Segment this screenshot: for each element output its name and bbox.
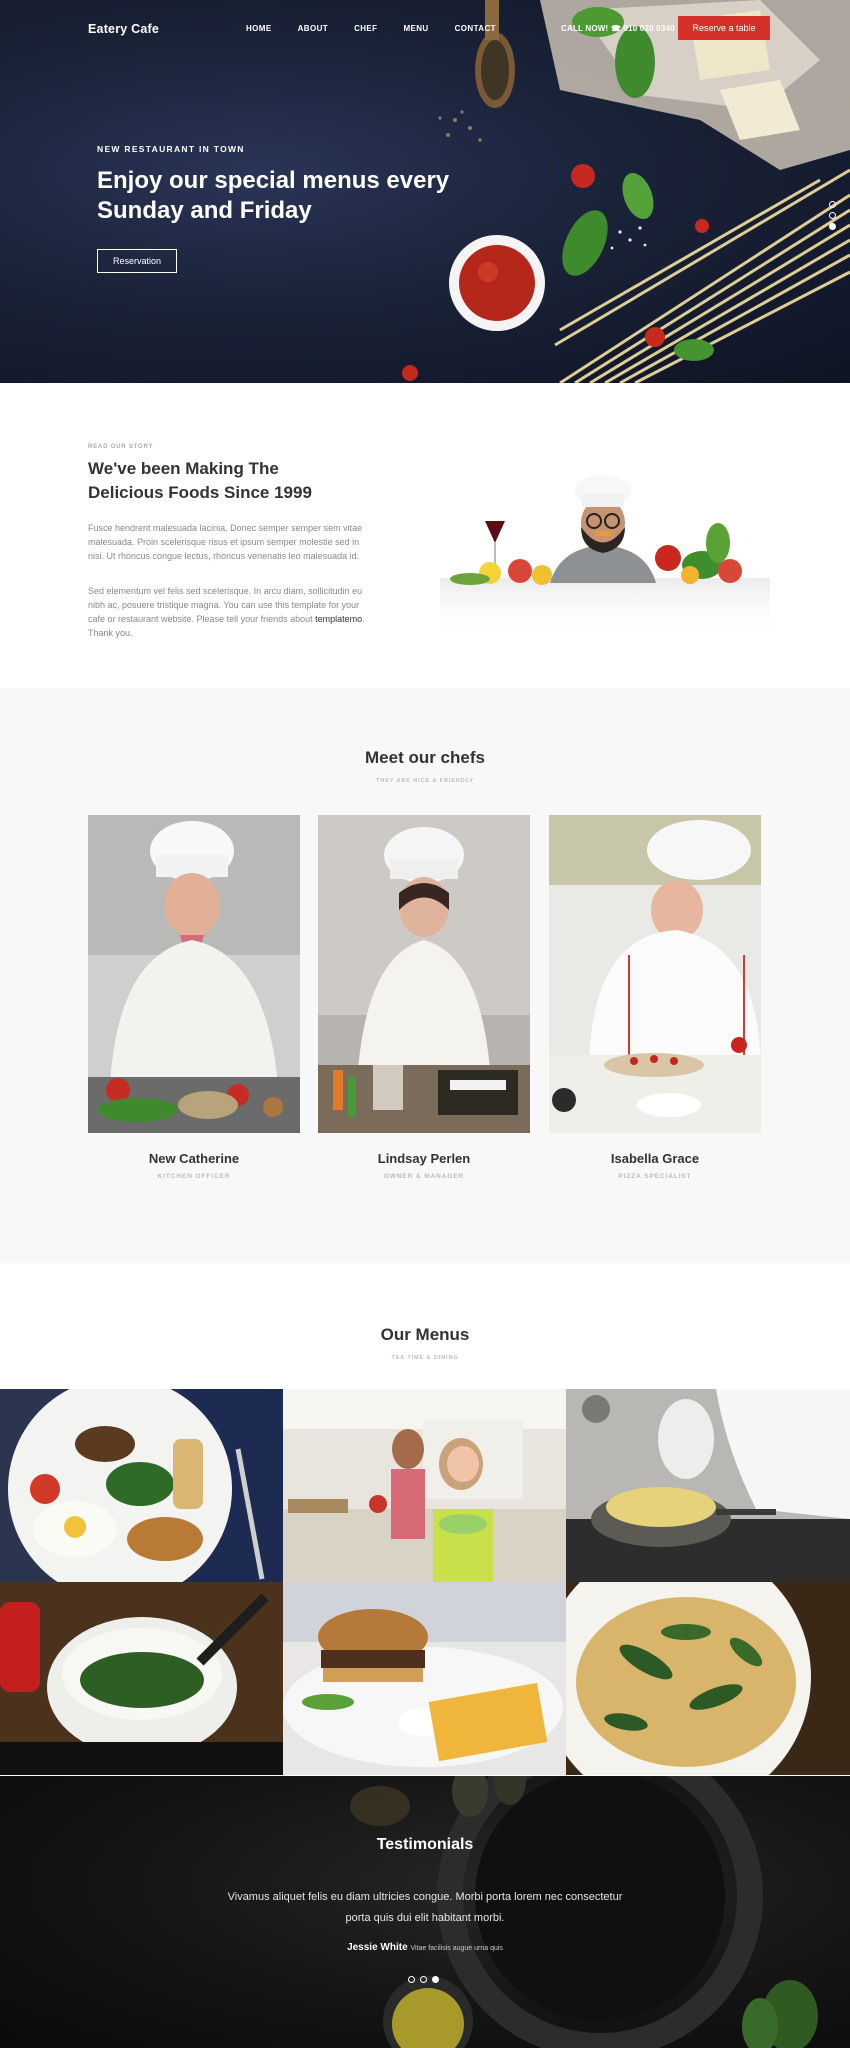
testimonial-author: Jessie White Vitae facilisis augue urna … bbox=[0, 1942, 850, 1953]
hero-title: Enjoy our special menus every Sunday and… bbox=[97, 167, 450, 224]
chef-role: OWNER & MANAGER bbox=[383, 1173, 465, 1180]
chef-card[interactable]: New Catherine KITCHEN OFFICER bbox=[88, 815, 300, 1180]
chef-photo bbox=[318, 815, 530, 1133]
testimonials-title: Testimonials bbox=[376, 1836, 474, 1853]
hero-slider-dots bbox=[829, 201, 836, 234]
nav-home[interactable]: HOME bbox=[246, 24, 272, 33]
menu-photo-breakfast[interactable] bbox=[0, 1389, 283, 1582]
menus-section: Our Menus TEA TIME & DINING bbox=[0, 1263, 850, 1776]
chef-photo bbox=[88, 815, 300, 1133]
testimonial-dot-1[interactable] bbox=[408, 1976, 415, 1983]
author-note: Vitae facilisis augue urna quis bbox=[410, 1945, 503, 1952]
nav-menu-link[interactable]: MENU bbox=[403, 24, 428, 33]
chef-name: New Catherine bbox=[148, 1151, 240, 1166]
call-now-link[interactable]: CALL NOW! ☎ 010 020 0340 bbox=[561, 24, 675, 33]
testimonial-dot-3[interactable] bbox=[432, 1976, 439, 1983]
menus-title: Our Menus bbox=[380, 1325, 470, 1344]
menu-photo-cooking[interactable] bbox=[566, 1389, 850, 1582]
testimonial-quote: Vivamus aliquet felis eu diam ultricies … bbox=[227, 1891, 623, 1924]
top-navbar: Eatery Cafe HOME ABOUT CHEF MENU CONTACT… bbox=[0, 0, 850, 58]
chef-role: KITCHEN OFFICER bbox=[157, 1173, 231, 1180]
menu-photo-salad-bowl[interactable] bbox=[0, 1582, 283, 1775]
chef-name: Isabella Grace bbox=[610, 1151, 700, 1166]
nav-contact[interactable]: CONTACT bbox=[455, 24, 496, 33]
chef-photo bbox=[549, 815, 761, 1133]
story-paragraph-2: Sed elementum vel felis sed scelerisque.… bbox=[88, 586, 365, 638]
story-title: We've been Making The Delicious Foods Si… bbox=[88, 459, 312, 502]
menu-photo-burger-fries[interactable] bbox=[283, 1582, 566, 1775]
testimonial-dot-2[interactable] bbox=[420, 1976, 427, 1983]
hero-kicker: NEW RESTAURANT IN TOWN bbox=[97, 144, 245, 154]
nav-about[interactable]: ABOUT bbox=[298, 24, 328, 33]
chef-card[interactable]: Isabella Grace PIZZA SPECIALIST bbox=[549, 815, 761, 1180]
about-section: READ OUR STORY We've been Making The Del… bbox=[0, 383, 850, 688]
reserve-table-button[interactable]: Reserve a table bbox=[678, 16, 770, 40]
testimonial-slider-dots bbox=[408, 1976, 439, 1983]
chefs-section: Meet our chefs THEY ARE NICE & FRIENDLY … bbox=[0, 688, 850, 1263]
chefs-title: Meet our chefs bbox=[365, 748, 485, 767]
reservation-button[interactable]: Reservation bbox=[97, 249, 177, 273]
menu-photo-pasta[interactable] bbox=[566, 1582, 850, 1775]
chef-with-vegetables-image bbox=[440, 475, 770, 638]
chef-card[interactable]: Lindsay Perlen OWNER & MANAGER bbox=[318, 815, 530, 1180]
chef-role: PIZZA SPECIALIST bbox=[618, 1173, 692, 1180]
hero-section: Eatery Cafe HOME ABOUT CHEF MENU CONTACT… bbox=[0, 0, 850, 383]
chef-name: Lindsay Perlen bbox=[377, 1151, 471, 1166]
slider-dot-2[interactable] bbox=[829, 212, 836, 219]
menu-photo-family-kitchen[interactable] bbox=[283, 1389, 566, 1582]
author-name: Jessie White bbox=[347, 1942, 408, 1953]
menus-subtitle: TEA TIME & DINING bbox=[391, 1355, 459, 1361]
story-kicker: READ OUR STORY bbox=[88, 444, 154, 450]
nav-menu: HOME ABOUT CHEF MENU CONTACT bbox=[246, 24, 522, 33]
story-paragraph-1: Fusce hendrerit malesuada lacinia. Donec… bbox=[88, 523, 363, 561]
site-logo[interactable]: Eatery Cafe bbox=[88, 22, 159, 36]
chefs-subtitle: THEY ARE NICE & FRIENDLY bbox=[376, 778, 474, 784]
testimonials-section: Testimonials Vivamus aliquet felis eu di… bbox=[0, 1776, 850, 2048]
templatemo-link[interactable]: templatemo bbox=[315, 614, 362, 624]
slider-dot-1[interactable] bbox=[829, 201, 836, 208]
menu-gallery bbox=[0, 1389, 850, 1776]
slider-dot-3[interactable] bbox=[829, 223, 836, 230]
nav-chef[interactable]: CHEF bbox=[354, 24, 377, 33]
